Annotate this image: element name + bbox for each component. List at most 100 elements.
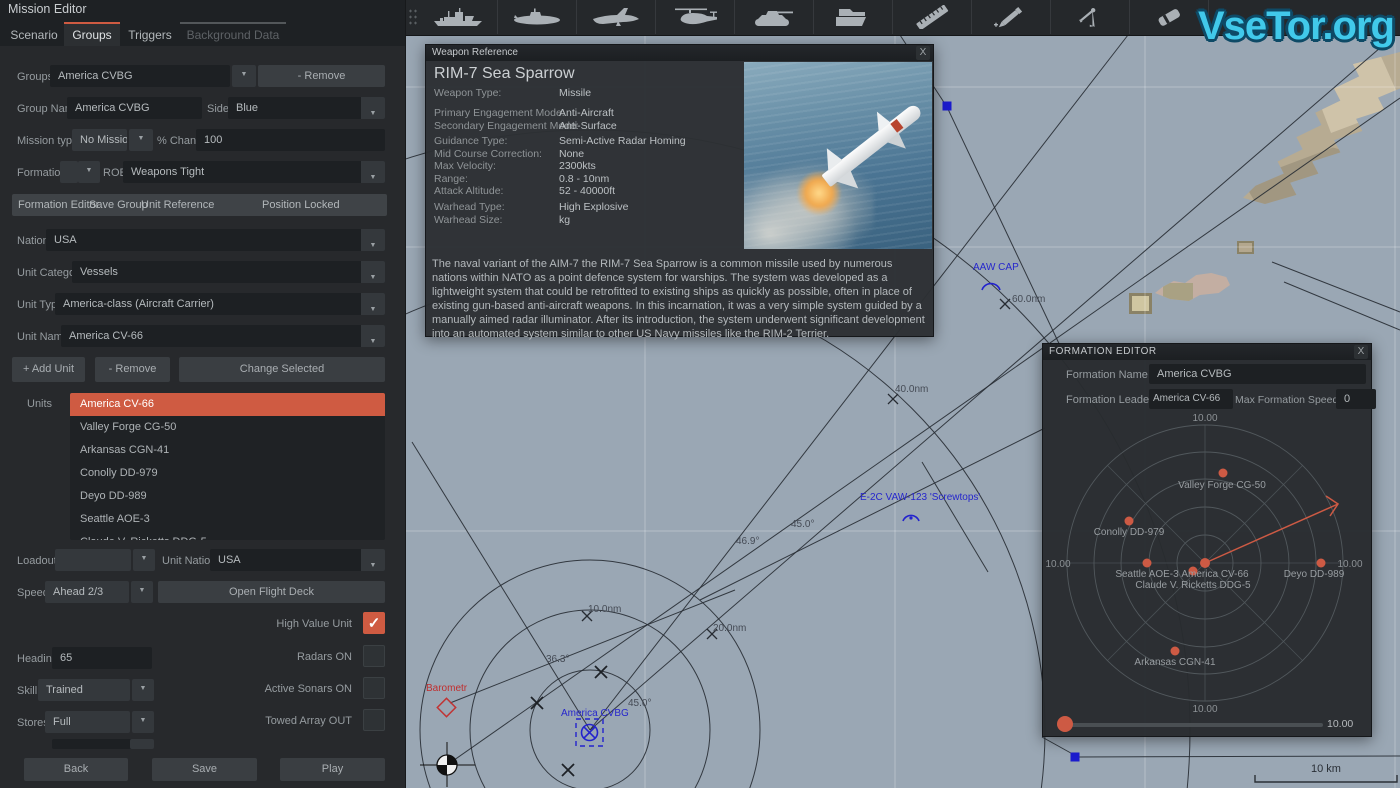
close-icon[interactable]: X xyxy=(1354,345,1368,359)
save-group-link[interactable]: Save Group xyxy=(89,194,148,216)
close-icon[interactable]: X xyxy=(916,46,930,60)
towed-array-checkbox[interactable] xyxy=(363,709,385,731)
remove-group-button[interactable]: - Remove xyxy=(258,65,385,87)
aaw-cap-label[interactable]: AAW CAP xyxy=(973,262,1019,273)
save-button[interactable]: Save xyxy=(152,758,257,781)
chevron-down-icon xyxy=(361,325,385,347)
toolbar-pencil-button[interactable] xyxy=(971,0,1051,34)
plot-unit-dot[interactable] xyxy=(1200,558,1210,568)
remove-unit-button[interactable]: - Remove xyxy=(95,357,170,382)
loadouts-dropdown-arrow[interactable] xyxy=(133,549,155,571)
toolbar-compass-button[interactable] xyxy=(1050,0,1130,34)
hostile-label-barometr[interactable]: Barometr xyxy=(426,683,467,694)
mission-type-value[interactable]: No Mission xyxy=(72,129,127,151)
group-label-america-cvbg[interactable]: America CVBG xyxy=(561,708,629,719)
e2c-unit-label[interactable]: E-2C VAW-123 'Screwtops' xyxy=(860,492,980,503)
groups-value-field[interactable]: America CVBG xyxy=(50,65,230,87)
add-unit-button[interactable]: + Add Unit xyxy=(12,357,85,382)
unit-category-dropdown[interactable]: Vessels xyxy=(72,261,385,283)
unit-list-item[interactable]: Arkansas CGN-41 xyxy=(70,439,385,462)
speed-dropdown-arrow[interactable] xyxy=(131,581,153,603)
plot-unit-label: Valley Forge CG-50 xyxy=(1178,480,1266,491)
weapon-reference-titlebar[interactable]: Weapon Reference xyxy=(426,45,933,61)
plot-unit-dot[interactable] xyxy=(1171,647,1180,656)
toolbar-tank-button[interactable] xyxy=(734,0,814,34)
tab-groups[interactable]: Groups xyxy=(64,22,120,46)
formation-scale-slider-track[interactable] xyxy=(1057,723,1323,727)
stores-value[interactable]: Full xyxy=(45,711,130,733)
toolbar-ruler-button[interactable] xyxy=(892,0,972,34)
tab-triggers[interactable]: Triggers xyxy=(122,22,178,46)
weapon-stat: Range:0.8 - 10nm xyxy=(434,173,734,186)
unit-list-item[interactable]: Valley Forge CG-50 xyxy=(70,416,385,439)
weapon-stat: Primary Engagement Mode:Anti-Aircraft xyxy=(434,107,734,120)
unit-list-item[interactable]: Deyo DD-989 xyxy=(70,485,385,508)
toolbar-folder-button[interactable] xyxy=(813,0,893,34)
chance-field[interactable]: 100 xyxy=(196,129,385,151)
toolbar-submarine-button[interactable] xyxy=(497,0,577,34)
speed-value[interactable]: Ahead 2/3 xyxy=(45,581,129,603)
plot-axis-label-bottom: 10.00 xyxy=(1192,704,1217,715)
plot-unit-label: Seattle AOE-3 xyxy=(1115,569,1179,580)
range-label-20nm: 20.0nm xyxy=(713,623,746,634)
weapon-name: RIM-7 Sea Sparrow xyxy=(434,65,575,83)
plot-unit-dot[interactable] xyxy=(1219,469,1228,478)
waypoint-marks[interactable] xyxy=(531,666,607,776)
high-value-unit-checkbox[interactable] xyxy=(363,612,385,634)
formation-dropdown-arrow[interactable] xyxy=(78,161,100,183)
formation-value[interactable] xyxy=(60,161,78,183)
change-selected-button[interactable]: Change Selected xyxy=(179,357,385,382)
unit-type-dropdown[interactable]: America-class (Aircraft Carrier) xyxy=(55,293,385,315)
unit-list-item[interactable]: Conolly DD-979 xyxy=(70,462,385,485)
back-button[interactable]: Back xyxy=(24,758,128,781)
air-unit-symbol-e2c[interactable] xyxy=(903,515,919,521)
skill-value[interactable]: Trained xyxy=(38,679,130,701)
active-sonars-checkbox[interactable] xyxy=(363,677,385,699)
plot-unit-dot[interactable] xyxy=(1125,517,1134,526)
heading-field[interactable]: 65 xyxy=(52,647,152,669)
open-flight-deck-button[interactable]: Open Flight Deck xyxy=(158,581,385,603)
formation-editor-link[interactable]: Formation Editor xyxy=(18,194,99,216)
formation-tools-banner: Formation Editor Save Group Unit Referen… xyxy=(12,194,387,216)
unit-list-item[interactable]: America CV-66 xyxy=(70,393,385,416)
unit-list-item[interactable]: Seattle AOE-3 xyxy=(70,508,385,531)
plot-unit-dot[interactable] xyxy=(1143,559,1152,568)
unit-nation-dropdown[interactable]: USA xyxy=(210,549,385,571)
toolbar-warship-button[interactable] xyxy=(418,0,498,34)
blue-waypoint-square[interactable] xyxy=(943,102,952,111)
play-button[interactable]: Play xyxy=(280,758,385,781)
plot-unit-dot[interactable] xyxy=(1317,559,1326,568)
unit-reference-link[interactable]: Unit Reference xyxy=(141,194,214,216)
nation-dropdown[interactable]: USA xyxy=(46,229,385,251)
mission-type-label: Mission type xyxy=(17,135,78,147)
formation-editor-titlebar[interactable]: FORMATION EDITOR xyxy=(1043,344,1371,360)
skill-dropdown-arrow[interactable] xyxy=(132,679,154,701)
loadouts-value[interactable] xyxy=(55,549,131,571)
toolbar-eraser-button[interactable] xyxy=(1129,0,1209,34)
toolbar-drag-handle[interactable] xyxy=(408,8,418,26)
hostile-contact-diamond[interactable] xyxy=(437,698,455,716)
tab-scenario[interactable]: Scenario xyxy=(6,22,62,46)
formation-scale-slider-knob[interactable] xyxy=(1057,716,1073,732)
waypoint-x xyxy=(531,697,543,709)
stores-dropdown-arrow[interactable] xyxy=(132,711,154,733)
formation-name-field[interactable]: America CVBG xyxy=(1149,364,1366,384)
mission-type-dropdown-arrow[interactable] xyxy=(129,129,153,151)
tab-background-data[interactable]: Background Data xyxy=(180,22,286,46)
unit-nation-value: USA xyxy=(218,549,359,571)
friendly-group-symbol[interactable] xyxy=(576,719,603,746)
roe-dropdown[interactable]: Weapons Tight xyxy=(123,161,385,183)
groups-dropdown-arrow[interactable] xyxy=(232,65,256,87)
unit-name-dropdown[interactable]: America CV-66 xyxy=(61,325,385,347)
radars-on-checkbox[interactable] xyxy=(363,645,385,667)
position-locked-link[interactable]: Position Locked xyxy=(262,194,340,216)
toolbar-aircraft-button[interactable] xyxy=(576,0,656,34)
group-name-field[interactable]: America CVBG xyxy=(67,97,202,119)
side-dropdown[interactable]: Blue xyxy=(228,97,385,119)
bearing-label: 45.0° xyxy=(791,519,814,530)
toolbar-helicopter-button[interactable] xyxy=(655,0,735,34)
unit-list-item[interactable]: Claude V. Ricketts DDG-5 xyxy=(70,531,385,540)
bullseye-reference-point[interactable] xyxy=(420,742,475,787)
formation-plot[interactable]: 10.00 10.00 10.00 10.00 Valley Forge CG-… xyxy=(1043,404,1373,716)
blue-waypoint-square[interactable] xyxy=(1071,753,1080,762)
